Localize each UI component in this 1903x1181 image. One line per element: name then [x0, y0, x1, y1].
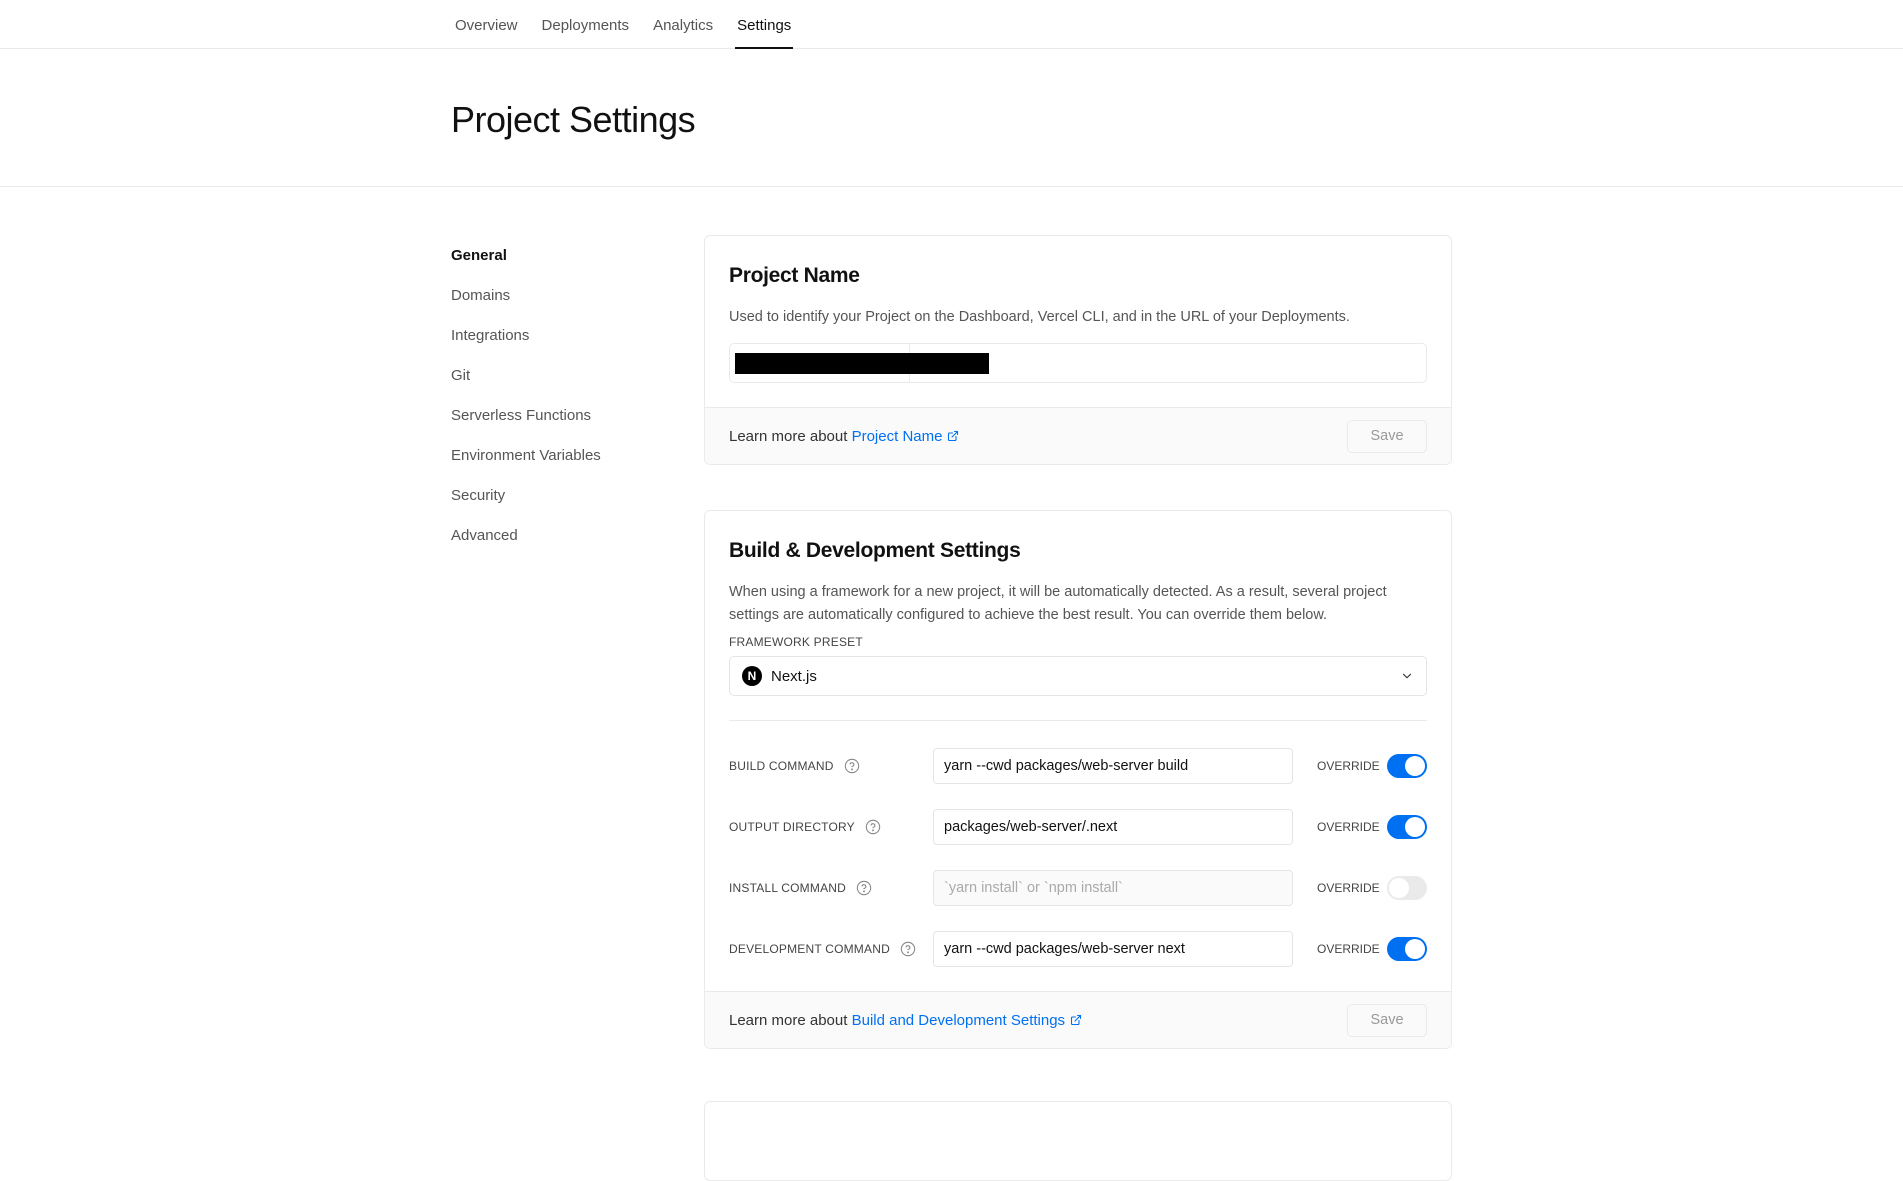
- sidebar-item-advanced[interactable]: Advanced: [451, 516, 671, 556]
- output-directory-label: OUTPUT DIRECTORY: [729, 819, 855, 834]
- framework-preset-value: Next.js: [771, 667, 817, 685]
- link-label: Project Name: [851, 427, 943, 445]
- help-icon[interactable]: [856, 880, 872, 896]
- build-settings-docs-link[interactable]: Build and Development Settings: [852, 1012, 1082, 1029]
- tab-deployments[interactable]: Deployments: [530, 0, 642, 49]
- redacted-block: [735, 353, 910, 374]
- build-command-override-toggle[interactable]: [1387, 753, 1427, 778]
- install-command-override-toggle[interactable]: [1387, 875, 1427, 900]
- override-label: OVERRIDE: [1317, 819, 1380, 834]
- save-button[interactable]: Save: [1347, 419, 1427, 453]
- settings-sidebar: General Domains Integrations Git Serverl…: [451, 236, 671, 556]
- output-directory-row: OUTPUT DIRECTORY packages/web-server/.ne…: [729, 796, 1427, 857]
- development-command-row: DEVELOPMENT COMMAND yarn --cwd packages/…: [729, 918, 1427, 979]
- page-title: Project Settings: [451, 99, 696, 140]
- build-command-row: BUILD COMMAND yarn --cwd packages/web-se…: [729, 735, 1427, 796]
- build-settings-card: Build & Development Settings When using …: [704, 510, 1452, 1049]
- development-command-override-toggle[interactable]: [1387, 936, 1427, 961]
- framework-preset-label: FRAMEWORK PRESET: [729, 635, 863, 649]
- tab-overview[interactable]: Overview: [443, 0, 530, 49]
- tab-analytics[interactable]: Analytics: [641, 0, 725, 49]
- build-settings-card-body: Build & Development Settings When using …: [705, 511, 1451, 991]
- external-link-icon: [1071, 1014, 1082, 1025]
- project-name-field[interactable]: [910, 344, 1426, 382]
- project-name-docs-link[interactable]: Project Name: [852, 428, 960, 445]
- project-tabs: Overview Deployments Analytics Settings: [443, 0, 803, 49]
- framework-preset-select[interactable]: N Next.js: [729, 656, 1427, 696]
- project-name-description: Used to identify your Project on the Das…: [729, 309, 1350, 325]
- top-nav: Overview Deployments Analytics Settings: [0, 0, 1903, 49]
- override-label: OVERRIDE: [1317, 880, 1380, 895]
- override-label: OVERRIDE: [1317, 758, 1380, 773]
- redacted-block: [910, 353, 989, 374]
- build-settings-footer: Learn more about Build and Development S…: [705, 991, 1451, 1048]
- help-icon[interactable]: [844, 758, 860, 774]
- install-command-label: INSTALL COMMAND: [729, 880, 847, 895]
- external-link-icon: [948, 430, 959, 441]
- link-label: Build and Development Settings: [851, 1011, 1066, 1029]
- project-name-footer: Learn more about Project Name Save: [705, 407, 1451, 464]
- sidebar-item-general[interactable]: General: [451, 236, 671, 276]
- project-name-card-body: Project Name Used to identify your Proje…: [705, 236, 1451, 407]
- help-icon[interactable]: [865, 819, 881, 835]
- build-command-input[interactable]: yarn --cwd packages/web-server build: [933, 747, 1293, 784]
- development-command-label: DEVELOPMENT COMMAND: [729, 941, 890, 956]
- override-label: OVERRIDE: [1317, 941, 1380, 956]
- save-button[interactable]: Save: [1347, 1003, 1427, 1037]
- sidebar-item-serverless-functions[interactable]: Serverless Functions: [451, 396, 671, 436]
- tab-settings[interactable]: Settings: [725, 0, 803, 49]
- project-name-title: Project Name: [729, 264, 860, 287]
- install-command-input[interactable]: `yarn install` or `npm install`: [933, 869, 1293, 906]
- sidebar-item-git[interactable]: Git: [451, 356, 671, 396]
- divider: [729, 720, 1427, 721]
- build-settings-description: When using a framework for a new project…: [729, 584, 1387, 623]
- chevron-down-icon: [1402, 673, 1412, 679]
- project-name-input[interactable]: [729, 343, 1427, 383]
- sidebar-item-domains[interactable]: Domains: [451, 276, 671, 316]
- development-command-input[interactable]: yarn --cwd packages/web-server next: [933, 930, 1293, 967]
- build-settings-title: Build & Development Settings: [729, 539, 1021, 562]
- page-header: Project Settings: [0, 49, 1903, 187]
- learn-more-text: Learn more about Build and Development S…: [729, 1012, 1082, 1029]
- output-directory-override-toggle[interactable]: [1387, 814, 1427, 839]
- sidebar-item-environment-variables[interactable]: Environment Variables: [451, 436, 671, 476]
- project-name-scope: [730, 344, 910, 382]
- install-command-row: INSTALL COMMAND `yarn install` or `npm i…: [729, 857, 1427, 918]
- sidebar-item-integrations[interactable]: Integrations: [451, 316, 671, 356]
- nextjs-logo-icon: N: [742, 666, 762, 686]
- project-name-card: Project Name Used to identify your Proje…: [704, 235, 1452, 465]
- next-settings-card: [704, 1101, 1452, 1181]
- learn-more-prefix: Learn more about: [729, 1011, 848, 1029]
- help-icon[interactable]: [900, 941, 916, 957]
- learn-more-prefix: Learn more about: [729, 427, 848, 445]
- learn-more-text: Learn more about Project Name: [729, 428, 959, 445]
- sidebar-item-security[interactable]: Security: [451, 476, 671, 516]
- build-command-label: BUILD COMMAND: [729, 758, 834, 773]
- output-directory-input[interactable]: packages/web-server/.next: [933, 808, 1293, 845]
